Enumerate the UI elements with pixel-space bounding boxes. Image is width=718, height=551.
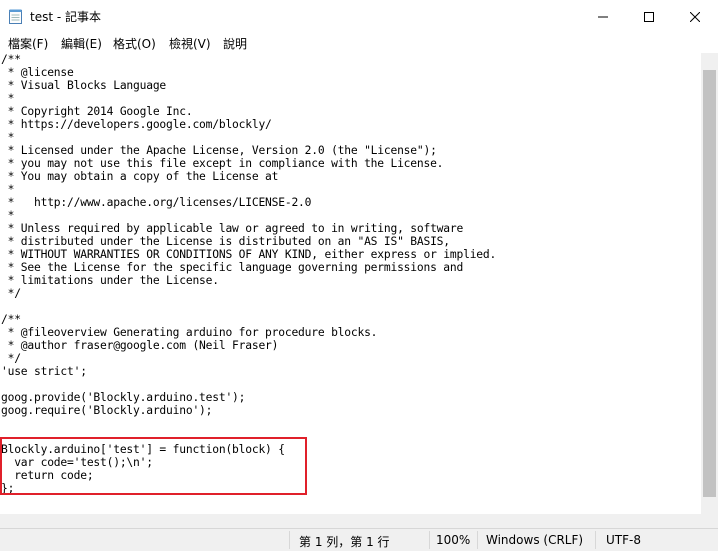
code-line: * http://www.apache.org/licenses/LICENSE… (1, 196, 312, 209)
cursor-position: 第 1 列，第 1 行 (299, 535, 390, 549)
minimize-icon (598, 16, 608, 17)
code-line: * @fileoverview Generating arduino for p… (1, 326, 378, 339)
status-separator (595, 531, 596, 549)
vertical-scroll-thumb[interactable] (703, 70, 716, 497)
editor-content[interactable]: /** * @license * Visual Blocks Language … (1, 53, 496, 495)
menu-help[interactable]: 說明 (223, 35, 247, 52)
code-line: * limitations under the License. (1, 274, 219, 287)
title-bar: test - 記事本 (0, 0, 718, 33)
code-line: * Unless required by applicable law or a… (1, 222, 464, 235)
code-line: * You may obtain a copy of the License a… (1, 170, 279, 183)
notepad-icon (9, 9, 22, 24)
code-line: * (1, 209, 15, 222)
code-line: */ (1, 287, 21, 300)
code-line: * (1, 131, 15, 144)
code-line: * See the License for the specific langu… (1, 261, 464, 274)
code-line: * distributed under the License is distr… (1, 235, 450, 248)
code-line: * WITHOUT WARRANTIES OR CONDITIONS OF AN… (1, 248, 497, 261)
code-line: /** (1, 313, 21, 326)
maximize-button[interactable] (626, 0, 672, 33)
code-line: goog.require('Blockly.arduino'); (1, 404, 213, 417)
maximize-icon (644, 11, 654, 22)
menu-view[interactable]: 檢視(V) (169, 35, 211, 52)
vertical-scrollbar[interactable] (701, 53, 718, 514)
close-icon (690, 11, 700, 22)
text-editor[interactable]: /** * @license * Visual Blocks Language … (0, 53, 701, 514)
line-ending: Windows (CRLF) (486, 533, 584, 547)
menu-file[interactable]: 檔案(F) (8, 35, 48, 52)
code-line: * Licensed under the Apache License, Ver… (1, 144, 437, 157)
encoding: UTF-8 (606, 533, 641, 547)
code-line: * Copyright 2014 Google Inc. (1, 105, 193, 118)
code-line: 'use strict'; (1, 365, 87, 378)
code-line: goog.provide('Blockly.arduino.test'); (1, 391, 246, 404)
close-button[interactable] (672, 0, 718, 33)
status-separator (477, 531, 478, 549)
highlight-box (0, 437, 307, 495)
code-line: * you may not use this file except in co… (1, 157, 444, 170)
status-separator (289, 531, 290, 549)
status-bar: 第 1 列，第 1 行 100% Windows (CRLF) UTF-8 (0, 528, 718, 551)
code-line: * @license (1, 66, 74, 79)
code-line: * Visual Blocks Language (1, 79, 167, 92)
code-line: * (1, 92, 15, 105)
zoom-level: 100% (436, 533, 471, 547)
code-line: * @author fraser@google.com (Neil Fraser… (1, 339, 279, 352)
window-title: test - 記事本 (30, 10, 102, 24)
menu-bar: 檔案(F) 編輯(E) 格式(O) 檢視(V) 說明 (0, 33, 718, 53)
menu-edit[interactable]: 編輯(E) (61, 35, 102, 52)
code-line: * https://developers.google.com/blockly/ (1, 118, 272, 131)
code-line: * (1, 183, 15, 196)
minimize-button[interactable] (580, 0, 626, 33)
code-line: */ (1, 352, 21, 365)
menu-format[interactable]: 格式(O) (113, 35, 156, 52)
code-line: /** (1, 53, 21, 66)
status-separator (429, 531, 430, 549)
